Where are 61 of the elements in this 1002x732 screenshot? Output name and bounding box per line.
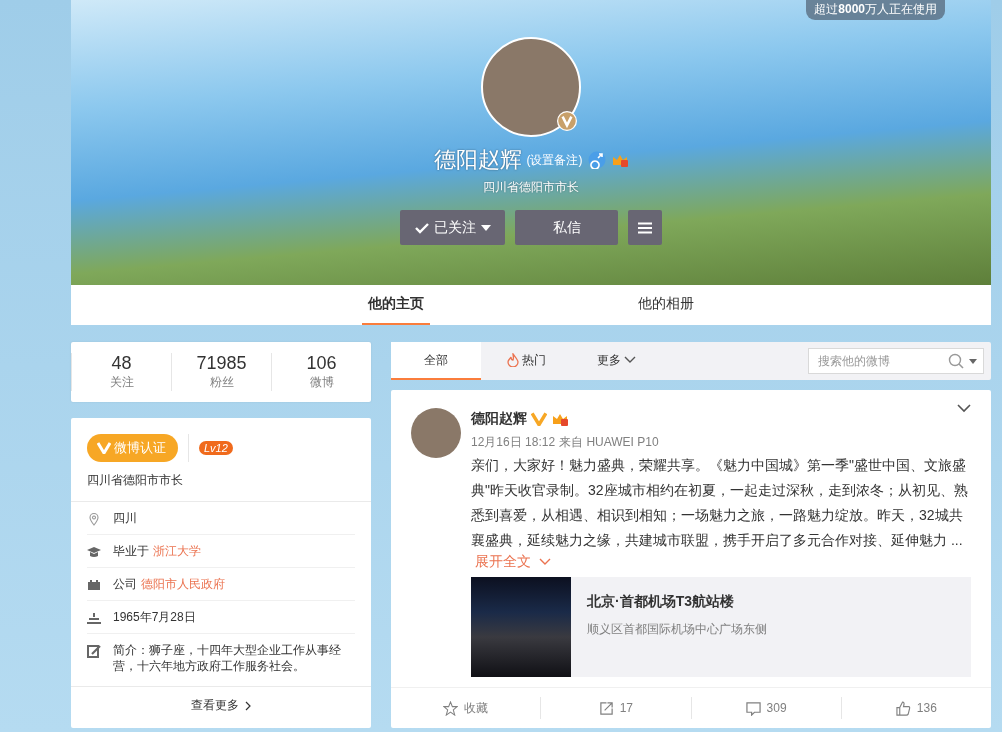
stat-label[interactable]: 微博 <box>309 374 334 391</box>
expand-link[interactable]: 展开全文 <box>475 553 551 571</box>
star-icon <box>443 700 459 716</box>
user-count-badge: 超过8000万人正在使用 <box>806 0 945 20</box>
author-name[interactable]: 德阳赵辉 <box>471 410 527 428</box>
profile-title: 四川省德阳市市长 <box>483 179 579 196</box>
stat-label[interactable]: 关注 <box>109 374 134 391</box>
location-pin-icon <box>87 512 101 526</box>
menu-icon <box>638 221 652 234</box>
comment-button[interactable]: 309 <box>745 700 787 716</box>
post-source: 来自 HUAWEI P10 <box>559 434 659 451</box>
search-field[interactable]: 搜索他的微博 <box>808 348 984 374</box>
set-remark-link[interactable]: (设置备注) <box>526 151 583 169</box>
stat-count[interactable]: 48 <box>111 353 132 374</box>
verification-title: 四川省德阳市市长 <box>87 472 184 489</box>
stat-count[interactable]: 106 <box>306 353 337 374</box>
feed-tab[interactable]: 全部 <box>391 342 481 380</box>
v-icon <box>97 442 111 454</box>
flame-icon <box>506 353 519 367</box>
like-button[interactable]: 136 <box>895 700 937 716</box>
feed-tab[interactable]: 更多 <box>571 342 661 380</box>
feed-tab[interactable]: 热门 <box>481 342 571 380</box>
school-link[interactable]: 浙江大学 <box>153 544 201 558</box>
post-text: 亲们，大家好！魅力盛典，荣耀共享。《魅力中国城》第一季"盛世中国、文旅盛典"昨天收官录制。32座城市相约在初夏，一起走过深秋，走到浓冬；从初见、熟悉到喜爱，从相遇、相识到相知；一场魅力之旅，一路魅力绽放。昨天，32城共襄盛典，延续魅力之缘，共建城市联盟，携手开启了多元合作对接、延伸魅力 ... <box>471 456 969 550</box>
company-link[interactable]: 德阳市人民政府 <box>141 577 225 591</box>
thumbs-up-icon <box>895 700 911 716</box>
info-text: 四川 <box>113 510 137 526</box>
message-button[interactable]: 私信 <box>515 210 618 245</box>
location-title: 北京·首都机场T3航站楼 <box>587 593 735 611</box>
chevron-down-icon[interactable] <box>957 404 971 413</box>
profile-name: 德阳赵辉 <box>433 146 522 174</box>
info-text: 公司 德阳市人民政府 <box>113 576 225 592</box>
graduation-cap-icon <box>87 545 101 559</box>
chevron-right-icon <box>245 700 251 711</box>
stat-count[interactable]: 71985 <box>196 353 247 374</box>
info-text: 1965年7月28日 <box>113 609 196 625</box>
chevron-down-icon <box>623 356 636 364</box>
profile-tab[interactable]: 他的主页 <box>362 285 430 325</box>
caret-icon <box>480 224 491 231</box>
edit-icon <box>87 644 101 658</box>
comment-icon <box>745 700 761 716</box>
caret-icon[interactable] <box>969 359 977 364</box>
view-more-link[interactable]: 查看更多 <box>191 697 251 714</box>
favorite-button[interactable]: 收藏 <box>443 699 489 717</box>
post-time[interactable]: 12月16日 18:12 <box>471 434 556 451</box>
chevron-down-icon <box>539 558 551 566</box>
menu-button[interactable] <box>628 210 662 245</box>
level-badge[interactable]: Lv12 <box>199 441 233 455</box>
info-text: 毕业于 浙江大学 <box>113 543 201 559</box>
location-card[interactable]: 北京·首都机场T3航站楼 顺义区首都国际机场中心广场东侧 <box>471 577 971 677</box>
profile-tab[interactable]: 他的相册 <box>632 285 700 325</box>
briefcase-icon <box>87 578 101 592</box>
location-address: 顺义区首都国际机场中心广场东侧 <box>587 621 767 638</box>
search-icon[interactable] <box>948 353 964 369</box>
stat-label[interactable]: 粉丝 <box>209 374 234 391</box>
share-icon <box>598 700 614 716</box>
repost-button[interactable]: 17 <box>598 700 634 716</box>
avatar-placeholder[interactable] <box>411 408 461 458</box>
followed-button[interactable]: 已关注 <box>400 210 505 245</box>
check-icon <box>414 221 429 234</box>
bio-text: 简介：狮子座，十四年大型企业工作从事经营，十六年地方政府工作服务社会。 <box>113 642 342 674</box>
